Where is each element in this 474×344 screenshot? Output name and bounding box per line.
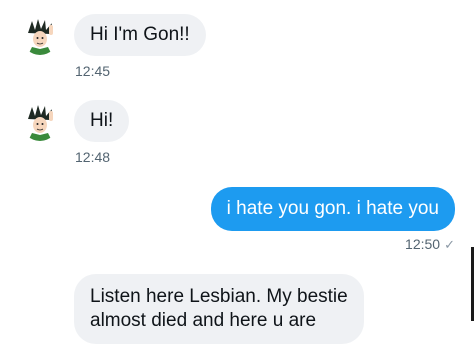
message-timestamp: 12:48 bbox=[75, 149, 111, 165]
message-text: i hate you gon. i hate you bbox=[226, 198, 439, 219]
message-timestamp: 12:50 ✓ bbox=[405, 236, 455, 253]
message-text-line-2: almost died and here u are bbox=[90, 310, 317, 331]
message-bubble-1[interactable]: Hi I'm Gon!! bbox=[74, 14, 206, 56]
contact-avatar[interactable] bbox=[22, 105, 58, 141]
message-bubble-3[interactable]: i hate you gon. i hate you bbox=[210, 187, 455, 231]
message-timestamp: 12:45 bbox=[75, 63, 111, 79]
sent-check-icon: ✓ bbox=[444, 237, 455, 252]
message-text: Hi I'm Gon!! bbox=[90, 24, 190, 45]
message-text-line-1: Listen here Lesbian. My bestie bbox=[90, 286, 348, 307]
contact-avatar[interactable] bbox=[22, 19, 58, 55]
message-bubble-2[interactable]: Hi! bbox=[74, 100, 130, 142]
message-bubble-4[interactable]: Listen here Lesbian. My bestie almost di… bbox=[74, 274, 364, 344]
message-time: 12:50 bbox=[405, 236, 441, 252]
message-text: Hi! bbox=[90, 110, 114, 131]
